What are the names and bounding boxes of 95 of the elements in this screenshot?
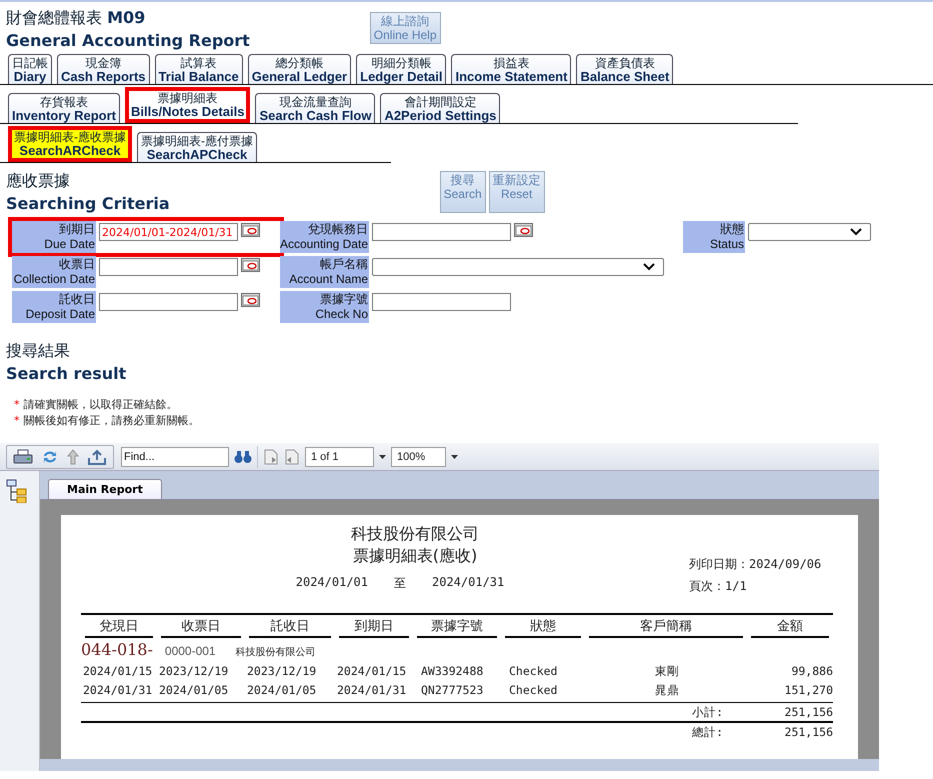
column-header: 狀態 [505,617,581,638]
range-text: 至 [394,575,406,592]
date-field[interactable]: 2024/01/01-2024/01/31 [99,223,238,241]
calendar-icon[interactable] [514,223,533,237]
tab[interactable]: 存貨報表 Inventory Report [8,93,120,123]
calendar-icon[interactable] [241,223,260,237]
column-header: 到期日 [339,617,409,638]
page-title: 財會總體報表 M09 [6,8,146,29]
tab[interactable]: 損益表 Income Statement [451,54,572,84]
subtotal-value: 251,156 [784,704,833,721]
calendar-icon[interactable] [241,293,260,307]
tab[interactable]: 會計期間設定 A2Period Settings [380,93,500,123]
field-label: 帳戶名稱 Account Name [280,256,369,288]
total-value: 251,156 [784,724,833,741]
field-label: 狀態 Status [683,221,745,253]
export-icon[interactable] [87,448,107,464]
next-page-icon[interactable] [263,448,279,464]
table-cell-text: 2024/01/31 [82,682,154,699]
status-dropdown[interactable] [748,223,871,241]
table-cell-text: 2023/12/19 [158,663,230,680]
table-cell-text: 99,886 [790,663,833,680]
field-label: 收票日 Collection Date [12,256,96,288]
asterisk-mark: * [14,414,20,427]
subtotal-label: 小計: [692,704,723,721]
up-arrow-icon[interactable] [67,448,79,464]
tab[interactable]: 資產負債表 Balance Sheet [576,54,674,84]
previous-page-icon[interactable] [284,448,300,464]
asterisk-mark: * [14,398,20,411]
tab[interactable]: 票據明細表 Bills/Notes Details [125,87,250,123]
table-cell-text: Checked [508,682,558,699]
section-title: 應收票據 [6,171,71,192]
table-cell-text: 2024/01/05 [158,682,230,699]
tab[interactable]: 票據明細表-應收票據 SearchARCheck [8,126,132,162]
tab[interactable]: 現金流量查詢 Search Cash Flow [255,93,376,123]
account-dropdown[interactable] [372,258,664,276]
date-text: 2024/01/31 [432,575,504,591]
table-cell-text: 2024/01/15 [82,663,154,680]
field-label: 到期日 Due Date [12,221,96,253]
section-subtitle: Searching Criteria [6,194,170,213]
date-text: 2024/01/01 [296,575,368,591]
group-code: 044-018- [81,640,153,659]
column-header: 收票日 [161,617,241,638]
total-label: 總計: [692,724,723,741]
section-title: 搜尋結果 [6,341,71,362]
date-field[interactable] [99,293,238,311]
group-subcode: 0000-001 [164,644,216,658]
table-cell-text: 2024/01/31 [336,682,408,699]
print-icon[interactable] [13,448,33,464]
tab[interactable]: 現金簿 Cash Reports [57,54,150,84]
field-label: 票據字號 Check No [280,291,369,323]
table-cell-text: 東剛 [654,663,680,680]
chevron-icon [850,228,862,236]
report-tab[interactable]: Main Report [48,479,162,499]
table-cell-text: 晁鼎 [654,682,680,699]
note-text: 請確實關帳，以取得正確結餘。 [24,398,178,411]
chevron-icon [643,263,655,271]
table-cell-text: 2024/01/15 [336,663,408,680]
company-name: 科技股份有限公司 [350,523,479,545]
caret-icon[interactable] [379,454,386,458]
table-cell-text: Checked [508,663,558,680]
table-cell-text: 2024/01/05 [246,682,318,699]
table-cell-text: AW3392488 [420,663,484,680]
tab[interactable]: 試算表 Trial Balance [154,54,243,84]
column-header: 金額 [751,617,829,638]
zoom-dropdown[interactable]: 100% [391,446,446,466]
date-field[interactable] [99,258,238,276]
tab[interactable]: 日記帳 Diary [8,54,52,84]
tab[interactable]: 明細分類帳 Ledger Detail [356,54,446,84]
find-field[interactable]: Find... [121,446,229,466]
section-subtitle: Search result [6,364,128,383]
caret-icon[interactable] [451,454,458,458]
print-date: 列印日期：2024/09/06 [689,556,822,573]
column-header: 託收日 [249,617,331,638]
table-cell-text: 151,270 [784,682,833,699]
page-number: 頁次：1/1 [689,578,748,595]
input-field[interactable] [372,293,511,311]
field-label: 兌現帳務日 Accounting Date [280,221,369,253]
binoculars-icon[interactable] [234,450,252,464]
refresh-icon[interactable] [41,448,59,464]
report-title: 票據明細表(應收) [352,545,478,567]
table-cell-text: 2023/12/19 [246,663,318,680]
note-text: 關帳後如有修正，請務必重新關帳。 [24,414,200,427]
column-header: 客戶簡稱 [589,617,743,638]
column-header: 兌現日 [85,617,153,638]
tree-icon[interactable] [6,479,28,503]
field-label: 託收日 Deposit Date [12,291,96,323]
tab[interactable]: 票據明細表-應付票據 SearchAPCheck [137,132,257,162]
page-subtitle: General Accounting Report [6,31,250,50]
column-header: 票據字號 [417,617,497,638]
group-name: 科技股份有限公司 [236,646,316,659]
table-cell-text: QN2777523 [420,682,484,699]
date-field[interactable] [372,223,511,241]
page-dropdown[interactable]: 1 of 1 [305,446,374,466]
tab[interactable]: 總分類帳 General Ledger [248,54,352,84]
calendar-icon[interactable] [241,258,260,272]
